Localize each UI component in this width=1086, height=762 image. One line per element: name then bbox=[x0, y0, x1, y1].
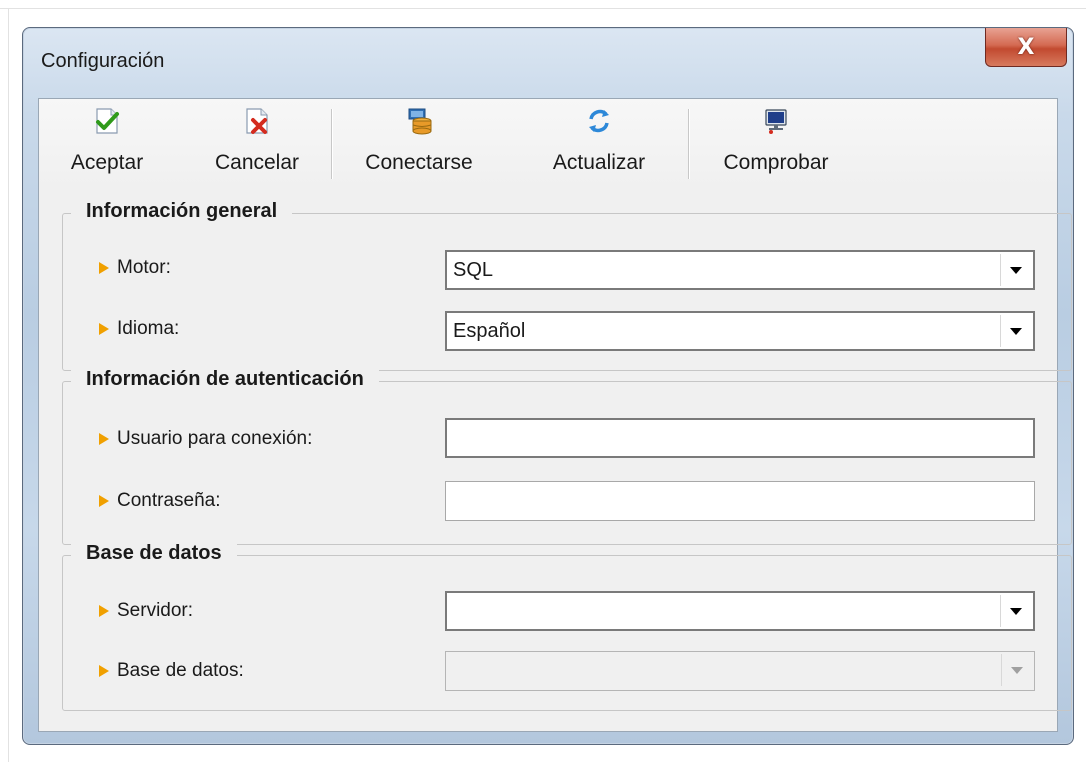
idioma-select[interactable]: Español bbox=[445, 311, 1035, 351]
arrow-bullet-icon bbox=[99, 323, 109, 335]
toolbar-separator bbox=[688, 109, 689, 179]
user-input[interactable] bbox=[445, 418, 1035, 458]
db-label: Base de datos: bbox=[117, 660, 244, 681]
user-label: Usuario para conexión: bbox=[117, 428, 313, 449]
chevron-down-icon bbox=[1011, 666, 1023, 674]
motor-label-row: Motor: bbox=[99, 257, 171, 279]
connect-label: Conectarse bbox=[365, 151, 473, 174]
cancel-button[interactable]: Cancelar bbox=[197, 105, 317, 185]
refresh-label: Actualizar bbox=[552, 151, 646, 174]
cancel-label: Cancelar bbox=[214, 151, 300, 174]
motor-dropdown-button[interactable] bbox=[1000, 254, 1031, 286]
server-label: Servidor: bbox=[117, 600, 194, 621]
close-button[interactable]: X bbox=[985, 28, 1067, 67]
chevron-down-icon bbox=[1010, 266, 1022, 274]
arrow-bullet-icon bbox=[99, 262, 109, 274]
motor-value: SQL bbox=[453, 259, 494, 281]
arrow-bullet-icon bbox=[99, 605, 109, 617]
accept-label: Aceptar bbox=[70, 151, 144, 174]
database-group: Base de datos Servidor: Base de datos: bbox=[62, 542, 1072, 711]
chevron-down-icon bbox=[1010, 327, 1022, 335]
idioma-label-row: Idioma: bbox=[99, 318, 179, 340]
general-info-group: Información general Motor: SQL Idioma: E… bbox=[62, 200, 1072, 371]
general-info-legend: Información general bbox=[71, 200, 293, 223]
check-button[interactable]: Comprobar bbox=[701, 105, 851, 185]
password-label: Contraseña: bbox=[117, 490, 221, 511]
database-legend: Base de datos bbox=[71, 542, 237, 565]
database-icon bbox=[408, 108, 432, 135]
close-icon: X bbox=[1017, 34, 1035, 60]
refresh-button[interactable]: Actualizar bbox=[529, 105, 669, 185]
title-bar[interactable]: Configuración X bbox=[23, 28, 1073, 90]
toolbar-separator bbox=[331, 109, 332, 179]
refresh-icon bbox=[589, 109, 609, 133]
page-top-rule bbox=[0, 8, 1086, 9]
db-label-row: Base de datos: bbox=[99, 660, 244, 682]
server-dropdown-button[interactable] bbox=[1000, 595, 1031, 627]
chevron-down-icon bbox=[1010, 607, 1022, 615]
password-label-row: Contraseña: bbox=[99, 490, 221, 512]
arrow-bullet-icon bbox=[99, 665, 109, 677]
check-icon bbox=[96, 108, 119, 134]
config-window: Configuración X Aceptar Cancelar Conecta… bbox=[22, 27, 1074, 745]
arrow-bullet-icon bbox=[99, 495, 109, 507]
auth-info-group: Información de autenticación Usuario par… bbox=[62, 368, 1072, 545]
motor-label: Motor: bbox=[117, 257, 171, 278]
toolbar: Aceptar Cancelar Conectarse Actualizar C… bbox=[39, 99, 1057, 189]
database-select bbox=[445, 651, 1035, 691]
user-label-row: Usuario para conexión: bbox=[99, 428, 312, 450]
check-label: Comprobar bbox=[723, 151, 829, 174]
server-label-row: Servidor: bbox=[99, 600, 193, 622]
server-select[interactable] bbox=[445, 591, 1035, 631]
auth-info-legend: Información de autenticación bbox=[71, 368, 379, 391]
window-title: Configuración bbox=[41, 50, 165, 72]
accept-button[interactable]: Aceptar bbox=[57, 105, 157, 185]
window-client: Aceptar Cancelar Conectarse Actualizar C… bbox=[38, 98, 1072, 732]
connect-button[interactable]: Conectarse bbox=[344, 105, 494, 185]
idioma-dropdown-button[interactable] bbox=[1000, 315, 1031, 347]
monitor-icon bbox=[765, 109, 787, 134]
motor-select[interactable]: SQL bbox=[445, 250, 1035, 290]
idioma-value: Español bbox=[453, 320, 526, 342]
database-dropdown-button bbox=[1001, 654, 1032, 686]
arrow-bullet-icon bbox=[99, 433, 109, 445]
idioma-label: Idioma: bbox=[117, 318, 180, 339]
page-left-rule bbox=[8, 8, 9, 762]
password-input[interactable] bbox=[445, 481, 1035, 521]
cancel-icon bbox=[246, 108, 268, 134]
